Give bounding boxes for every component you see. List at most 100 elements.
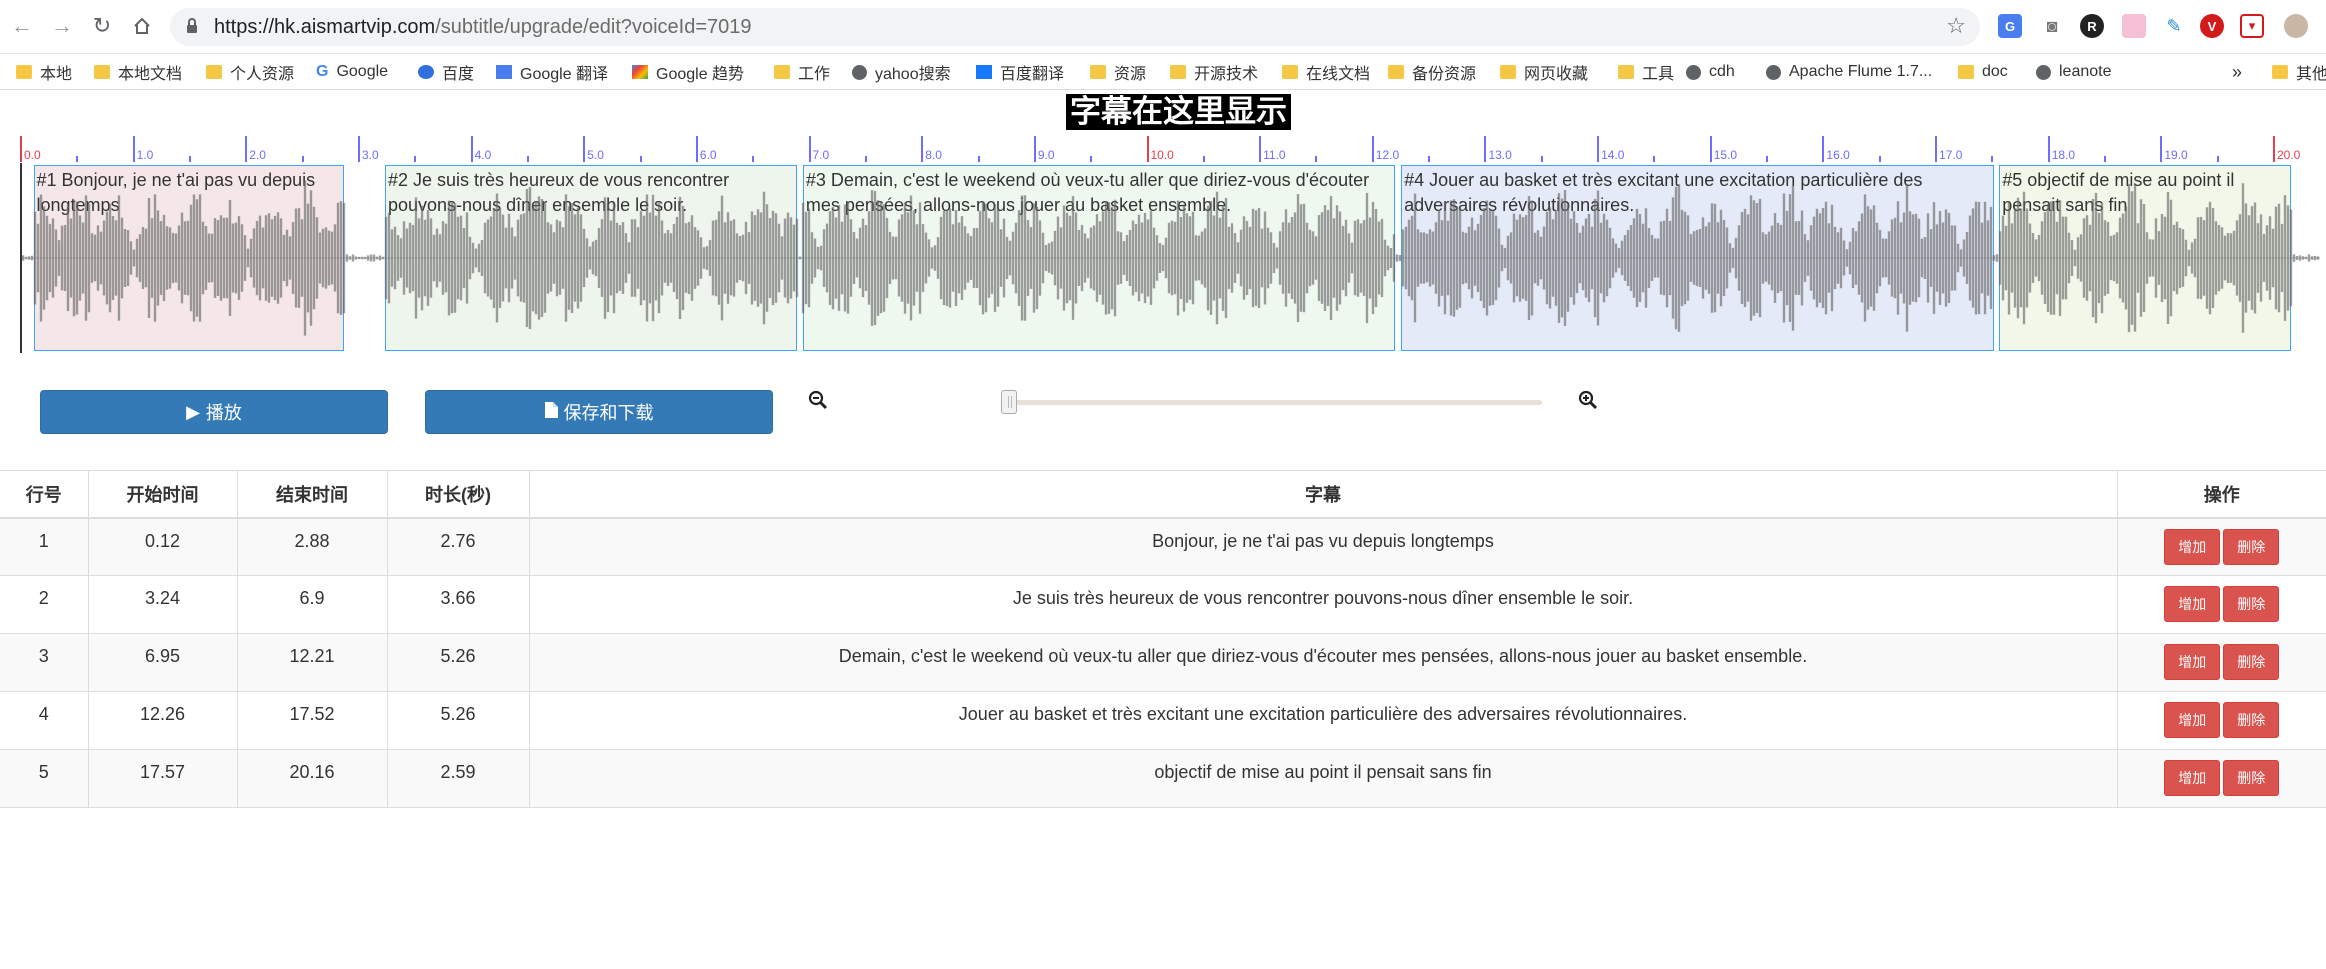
duration-cell: 2.59 — [387, 749, 530, 808]
folder-icon — [1170, 65, 1186, 79]
v-extension-icon[interactable]: V — [2200, 14, 2224, 38]
bookmark-item[interactable]: G Google — [316, 60, 388, 84]
bookmark-item[interactable]: 百度翻译 — [976, 60, 1064, 84]
timeline-ruler: 0.0 1.0 2.0 3.0 4.0 5.0 6.0 7.0 8.0 9.0 10.0 11.0 12… — [20, 134, 2320, 162]
bookmark-label: Apache Flume 1.7... — [1789, 63, 1933, 80]
add-row-button[interactable]: 增加 — [2164, 702, 2221, 738]
waveform[interactable]: #1 Bonjour, je ne t'ai pas vu depuis lon… — [20, 163, 2320, 353]
header-subtitle: 字幕 — [529, 470, 2118, 519]
timeline-tick — [1033, 136, 1036, 162]
add-row-button[interactable]: 增加 — [2164, 586, 2221, 622]
delete-row-button[interactable]: 删除 — [2223, 528, 2280, 565]
bookmark-item[interactable]: 在线文档 — [1282, 60, 1370, 84]
pocket-extension-icon[interactable]: ▾ — [2240, 14, 2264, 38]
pink-extension-icon[interactable] — [2122, 14, 2146, 38]
bookmark-item[interactable]: yahoo搜索 — [852, 60, 951, 84]
table-header-row: 行号 开始时间 结束时间 时长(秒) 字幕 操作 — [0, 470, 2326, 519]
header-duration: 时长(秒) — [387, 470, 530, 519]
bookmark-star-icon[interactable]: ☆ — [1946, 13, 1966, 39]
bookmarks-bar: 本地 本地文档 个人资源 G Google 百度 Google 翻译 Google 趋势 工作 y… — [0, 54, 2326, 90]
bookmark-item[interactable]: 资源 — [1090, 60, 1146, 84]
add-row-button[interactable]: 增加 — [2164, 528, 2221, 565]
timeline-tick-label: 14.0 — [1601, 148, 1625, 162]
row-number-cell: 3 — [0, 633, 89, 692]
timeline-tick — [639, 156, 642, 162]
timeline-tick-label: 1.0 — [136, 148, 154, 162]
add-row-button[interactable]: 增加 — [2164, 644, 2221, 680]
subtitle-text-cell[interactable]: Je suis très heureux de vous rencontrer … — [529, 575, 2118, 634]
bookmark-item[interactable]: 百度 — [418, 60, 474, 84]
delete-row-button[interactable]: 删除 — [2223, 760, 2280, 796]
bookmark-item[interactable]: 个人资源 — [206, 60, 294, 84]
other-bookmarks-folder[interactable]: 其他 — [2272, 60, 2326, 84]
translate-extension-icon[interactable]: G — [1998, 14, 2022, 38]
row-number-cell: 1 — [0, 517, 89, 576]
timeline-tick-label: 3.0 — [361, 148, 379, 162]
camera-extension-icon[interactable]: ◙ — [2040, 14, 2064, 38]
bookmark-item[interactable]: 本地文档 — [94, 60, 182, 84]
timeline-tick — [414, 156, 417, 162]
timeline-tick-label: 4.0 — [474, 148, 492, 162]
timeline-tick-label: 16.0 — [1826, 148, 1850, 162]
back-icon[interactable]: ← — [8, 12, 36, 40]
home-icon[interactable] — [128, 12, 156, 40]
bookmarks-overflow-button[interactable]: » — [2232, 60, 2242, 84]
forward-icon[interactable]: → — [48, 12, 76, 40]
folder-icon — [2272, 65, 2288, 79]
folder-icon — [16, 65, 32, 79]
bookmark-item[interactable]: 本地 — [16, 60, 72, 84]
zoom-out-icon[interactable] — [808, 390, 828, 410]
subtitle-text-cell[interactable]: objectif de mise au point il pensait san… — [529, 749, 2118, 808]
timeline-tick — [470, 136, 473, 162]
feather-extension-icon[interactable]: ✎ — [2162, 14, 2186, 38]
timeline-tick — [1428, 156, 1431, 162]
reload-icon[interactable]: ↻ — [88, 12, 116, 40]
bookmark-item[interactable]: cdh — [1686, 60, 1735, 84]
bookmark-label: 工作 — [798, 66, 831, 83]
delete-row-button[interactable]: 删除 — [2223, 702, 2280, 738]
timeline-tick-label: 0.0 — [24, 148, 41, 162]
delete-row-button[interactable]: 删除 — [2223, 644, 2280, 680]
timeline-tick — [864, 156, 867, 162]
start-time-cell: 0.12 — [88, 517, 238, 576]
add-row-button[interactable]: 增加 — [2164, 760, 2221, 796]
timeline-tick — [752, 156, 755, 162]
bookmark-item[interactable]: Google 趋势 — [632, 60, 744, 84]
playback-cursor[interactable] — [20, 163, 22, 353]
bookmark-item[interactable]: Google 翻译 — [496, 60, 608, 84]
r-extension-icon[interactable]: R — [2080, 14, 2104, 38]
bookmark-item[interactable]: 备份资源 — [1388, 60, 1476, 84]
timeline-tick — [583, 136, 586, 162]
bookmark-item[interactable]: doc — [1958, 60, 2008, 84]
bookmark-item[interactable]: 开源技术 — [1170, 60, 1258, 84]
subtitle-text-cell[interactable]: Jouer au basket et très excitant une exc… — [529, 691, 2118, 750]
folder-icon — [1388, 65, 1404, 79]
timeline-tick — [921, 136, 924, 162]
save-download-button[interactable]: 保存和下载 — [425, 390, 773, 434]
address-bar[interactable]: https://hk.aismartvip.com/subtitle/upgra… — [170, 8, 1980, 46]
timeline-tick — [1371, 136, 1374, 162]
bookmark-item[interactable]: Apache Flume 1.7... — [1766, 60, 1932, 84]
subtitle-text-cell[interactable]: Bonjour, je ne t'ai pas vu depuis longte… — [529, 517, 2118, 576]
profile-avatar[interactable] — [2284, 14, 2308, 38]
zoom-in-icon[interactable] — [1578, 390, 1598, 410]
zoom-slider-handle[interactable] — [1001, 390, 1017, 414]
zoom-slider-track[interactable] — [1008, 400, 1542, 405]
bookmark-item[interactable]: 工具 — [1618, 60, 1674, 84]
play-button[interactable]: ▶ 播放 — [40, 390, 388, 434]
bookmark-item[interactable]: 网页收藏 — [1500, 60, 1588, 84]
bookmark-label: 百度翻译 — [1000, 66, 1065, 83]
start-time-cell: 6.95 — [88, 633, 238, 692]
bookmark-item[interactable]: leanote — [2036, 60, 2112, 84]
subtitle-text-cell[interactable]: Demain, c'est le weekend où veux-tu alle… — [529, 633, 2118, 692]
timeline-tick — [2047, 136, 2050, 162]
timeline-tick — [1484, 136, 1487, 162]
bookmark-item[interactable]: 工作 — [774, 60, 830, 84]
folder-icon — [94, 65, 110, 79]
globe-icon — [852, 64, 867, 80]
globe-icon — [2036, 64, 2051, 80]
delete-row-button[interactable]: 删除 — [2223, 586, 2280, 622]
header-end-time: 结束时间 — [237, 470, 388, 519]
duration-cell: 5.26 — [387, 691, 530, 750]
url-text: https://hk.aismartvip.com/subtitle/upgra… — [214, 16, 752, 38]
